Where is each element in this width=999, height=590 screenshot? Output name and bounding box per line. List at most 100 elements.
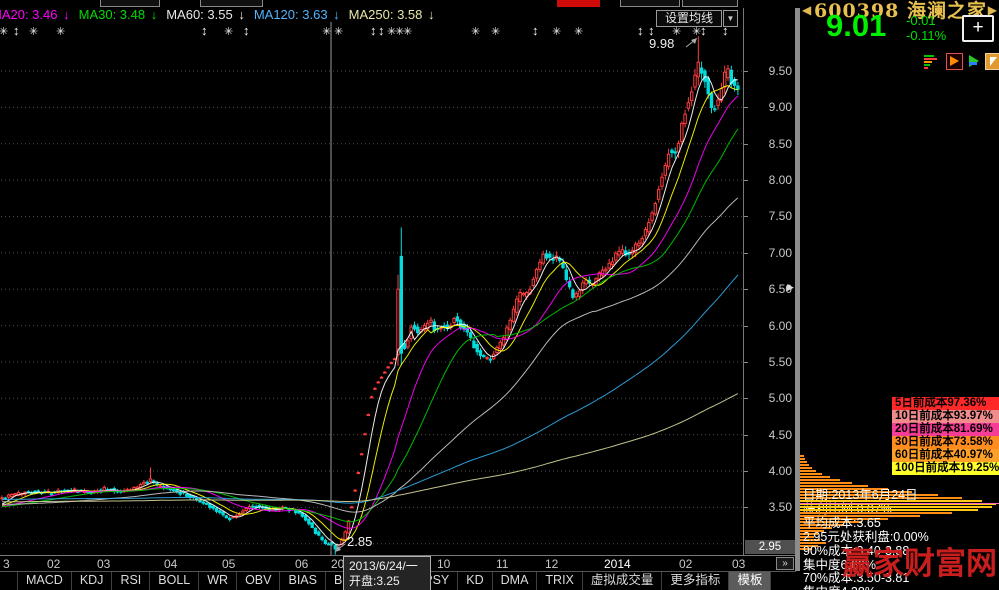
- ma-label-ma20: MA20: 3.46 ↓: [0, 7, 70, 22]
- date-tick-label: 02: [47, 557, 60, 571]
- stock-chart-window: MA20: 3.46 ↓MA30: 3.48 ↓MA60: 3.55 ↓MA12…: [0, 0, 999, 590]
- date-tick-label: 05: [222, 557, 235, 571]
- cost-legend-row: 5日前成本97.36%: [892, 397, 999, 410]
- cursor-price-box: 2.95: [745, 540, 795, 554]
- indicator-button-macd[interactable]: MACD: [17, 572, 71, 590]
- marker-star-icon: ✳: [491, 25, 500, 38]
- scroll-right-button[interactable]: »: [776, 557, 794, 570]
- date-tick-label: 03: [732, 557, 745, 571]
- indicator-button-更多指标[interactable]: 更多指标: [661, 572, 728, 590]
- price-tick-mark: [744, 362, 748, 363]
- price-tick-mark: [744, 253, 748, 254]
- indicator-button-trix[interactable]: TRIX: [536, 572, 581, 590]
- indicator-button-bias[interactable]: BIAS: [279, 572, 325, 590]
- indicator-button-dma[interactable]: DMA: [492, 572, 537, 590]
- price-tick-mark: [744, 289, 748, 290]
- indicator-button-boll[interactable]: BOLL: [149, 572, 198, 590]
- panel-collapse-icon[interactable]: ▶: [787, 282, 794, 293]
- top-tab[interactable]: [682, 0, 738, 7]
- chip-histogram-bar: [800, 509, 978, 511]
- price-tick-label: 8.50: [752, 137, 792, 151]
- change-percent: -0.11%: [906, 28, 946, 43]
- prev-stock-icon[interactable]: ◀: [802, 3, 811, 17]
- price-tick-mark: [744, 107, 748, 108]
- chevron-down-icon[interactable]: ▼: [723, 10, 738, 27]
- date-tick-label: 04: [164, 557, 177, 571]
- marker-star-icon: ✳: [471, 25, 480, 38]
- right-panel: ◀ 600398 海澜之家 ▶ 9.01 -0.01 -0.11% +: [800, 0, 999, 590]
- price-tick-label: 6.00: [752, 319, 792, 333]
- change-value: -0.01: [906, 13, 946, 28]
- date-tick-label: 12: [545, 557, 558, 571]
- marker-star-icon: ✳: [403, 25, 412, 38]
- chip-info-line: 日期:2013年6月24日: [803, 484, 918, 503]
- cost-legend-row: 60日前成本40.97%: [892, 449, 999, 462]
- indicator-button-kdj[interactable]: KDJ: [71, 572, 112, 590]
- price-tick-label: 4.50: [752, 428, 792, 442]
- chip-histogram-bar: [800, 470, 816, 472]
- next-stock-icon[interactable]: ▶: [988, 3, 997, 17]
- cost-legend-row: 10日前成本93.97%: [892, 410, 999, 423]
- price-tick-label: 4.00: [752, 464, 792, 478]
- top-tab[interactable]: [100, 0, 160, 7]
- price-tick-mark: [744, 144, 748, 145]
- current-price-line: [800, 503, 999, 504]
- indicator-button-模板[interactable]: 模板: [728, 572, 771, 590]
- price-tick-label: 9.00: [752, 100, 792, 114]
- date-tick-label: 10: [437, 557, 450, 571]
- indicator-button-rsi[interactable]: RSI: [111, 572, 149, 590]
- chart-right-border: [743, 8, 744, 555]
- tooltip-open: 开盘:3.25: [349, 574, 425, 589]
- hand-cursor-icon[interactable]: [985, 53, 999, 70]
- crosshair-tooltip: 2013/6/24/一 开盘:3.25: [343, 556, 431, 590]
- volume-ranking-icon[interactable]: [924, 53, 941, 70]
- price-tick-mark: [744, 435, 748, 436]
- chip-histogram-bar: [800, 461, 807, 463]
- site-watermark: 赢家财富网: [842, 538, 997, 583]
- indicator-button-虚拟成交量[interactable]: 虚拟成交量: [582, 572, 662, 590]
- ma-label-ma60: MA60: 3.55 ↓: [166, 7, 245, 22]
- top-tab[interactable]: [200, 0, 263, 7]
- chip-histogram-bar: [800, 506, 992, 508]
- cost-legend-row: 100日前成本19.25%: [892, 462, 999, 475]
- chip-histogram-bar: [800, 473, 822, 475]
- date-tick-label: 02: [679, 557, 692, 571]
- set-ma-button[interactable]: 设置均线: [656, 10, 722, 27]
- date-tick-label: 03: [97, 557, 110, 571]
- indicator-button-obv[interactable]: OBV: [236, 572, 279, 590]
- marker-star-icon: ✳: [552, 25, 561, 38]
- price-tick-label: 5.50: [752, 355, 792, 369]
- price-tick-mark: [744, 471, 748, 472]
- marker-star-icon: ✳: [574, 25, 583, 38]
- marker-star-icon: ✳: [224, 25, 233, 38]
- date-tick-label: 3: [3, 557, 10, 571]
- marker-updown-icon: ↕: [13, 23, 20, 38]
- high-price-annotation: 9.98: [649, 36, 674, 51]
- price-tick-mark: [744, 507, 748, 508]
- cost-legend-row: 20日前成本81.69%: [892, 423, 999, 436]
- top-tab[interactable]: [620, 0, 680, 7]
- marker-updown-icon: ↕: [201, 23, 208, 38]
- indicator-button-kd[interactable]: KD: [457, 572, 491, 590]
- top-red-button[interactable]: [557, 0, 600, 7]
- price-tick-label: 6.50: [752, 282, 792, 296]
- green-arrow-icon[interactable]: [967, 53, 984, 70]
- indicator-button-wr[interactable]: WR: [198, 572, 236, 590]
- add-to-watchlist-button[interactable]: +: [962, 15, 994, 42]
- price-tick-label: 9.50: [752, 64, 792, 78]
- panel-divider[interactable]: [795, 8, 800, 571]
- price-tick-mark: [744, 71, 748, 72]
- price-tick-label: 7.00: [752, 246, 792, 260]
- price-tick-mark: [744, 180, 748, 181]
- marker-star-icon: ✳: [322, 25, 331, 38]
- date-tick-label: 06: [295, 557, 308, 571]
- red-flag-icon[interactable]: [946, 53, 963, 70]
- price-tick-label: 7.50: [752, 209, 792, 223]
- marker-updown-icon: ↕: [243, 23, 250, 38]
- marker-updown-icon: ↕: [532, 23, 539, 38]
- marker-updown-icon: ↕: [378, 23, 385, 38]
- chip-histogram-bar: [800, 476, 830, 478]
- ma-label-ma250: MA250: 3.58 ↓: [349, 7, 435, 22]
- last-price: 9.01: [826, 8, 886, 44]
- chip-histogram-bar: [800, 467, 812, 469]
